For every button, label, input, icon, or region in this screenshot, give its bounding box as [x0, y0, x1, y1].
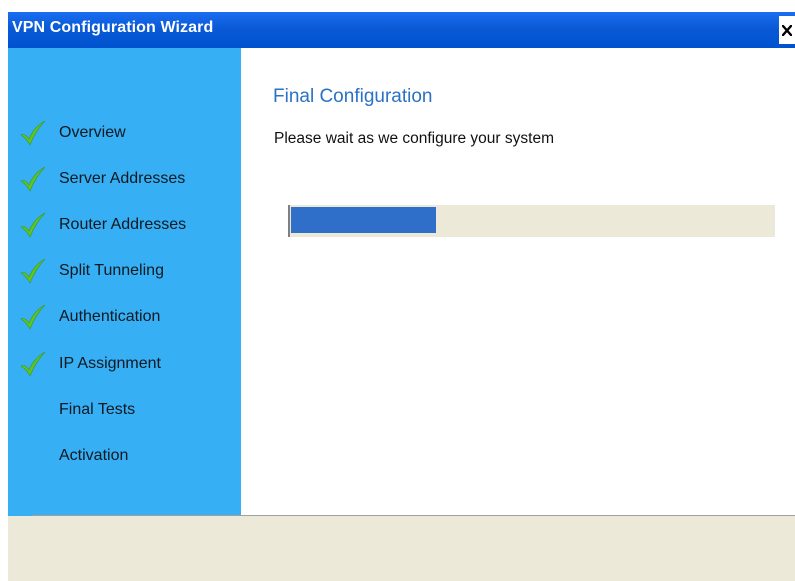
- checkmark-icon: [20, 166, 46, 192]
- checkmark-icon: [20, 258, 46, 284]
- window-title: VPN Configuration Wizard: [12, 19, 214, 36]
- page-description: Please wait as we configure your system: [274, 130, 554, 147]
- step-ip-assignment: IP Assignment: [8, 349, 241, 379]
- step-router-addresses: Router Addresses: [8, 210, 241, 240]
- checkmark-icon: [20, 212, 46, 238]
- step-label: IP Assignment: [59, 355, 161, 372]
- step-overview: Overview: [8, 118, 241, 148]
- close-icon: [782, 24, 792, 36]
- step-final-tests: Final Tests: [8, 395, 241, 425]
- step-label: Final Tests: [59, 401, 136, 418]
- checkmark-icon: [20, 120, 46, 146]
- checkmark-icon: [20, 304, 46, 330]
- step-label: Split Tunneling: [59, 262, 164, 279]
- step-split-tunneling: Split Tunneling: [8, 256, 241, 286]
- progress-fill: [291, 207, 436, 233]
- wizard-window: VPN Configuration Wizard Overview Server…: [8, 12, 795, 581]
- step-label: Router Addresses: [59, 216, 187, 233]
- close-button[interactable]: [779, 16, 795, 44]
- footer-panel: [8, 516, 795, 581]
- step-label: Authentication: [59, 308, 161, 325]
- step-label: Activation: [59, 447, 129, 464]
- step-label: Server Addresses: [59, 170, 186, 187]
- checkmark-icon: [20, 351, 46, 377]
- progress-bar: [288, 205, 775, 237]
- step-label: Overview: [59, 124, 126, 141]
- step-authentication: Authentication: [8, 302, 241, 332]
- step-activation: Activation: [8, 441, 241, 471]
- page-title: Final Configuration: [273, 86, 433, 107]
- main-content: Final Configuration Please wait as we co…: [241, 48, 795, 515]
- step-server-addresses: Server Addresses: [8, 164, 241, 194]
- title-bar: VPN Configuration Wizard: [8, 12, 795, 48]
- wizard-steps-sidebar: Overview Server Addresses Router Address…: [8, 48, 241, 516]
